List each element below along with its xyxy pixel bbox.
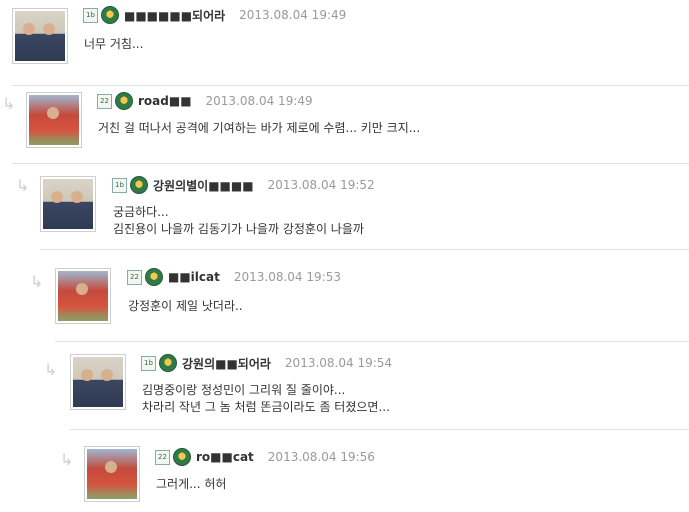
comment-date: 2013.08.04 19:49: [239, 8, 347, 22]
comment-author[interactable]: ■■ilcat: [168, 270, 220, 284]
comment-author[interactable]: road■■: [138, 94, 192, 108]
avatar[interactable]: [70, 354, 126, 410]
comment-author[interactable]: 강원의별이■■■■: [153, 177, 254, 194]
comment-item: 1b ■■■■■■되어라 2013.08.04 19:49 너무 거침...: [0, 0, 689, 86]
comment-date: 2013.08.04 19:52: [267, 178, 375, 192]
avatar[interactable]: [55, 268, 111, 324]
club-emblem-icon: [115, 92, 133, 110]
reply-arrow-icon: ↳: [16, 176, 30, 195]
avatar[interactable]: [84, 446, 140, 502]
comment-item: ↳ 22 road■■ 2013.08.04 19:49 거친 걸 떠나서 공격…: [0, 78, 689, 164]
comment-item: ↳ 22 ro■■cat 2013.08.04 19:56 그러게... 허허: [0, 432, 689, 512]
reply-arrow-icon: ↳: [44, 360, 58, 379]
level-badge-icon: 22: [155, 449, 170, 465]
avatar[interactable]: [12, 8, 68, 64]
comment-date: 2013.08.04 19:53: [233, 270, 341, 284]
level-badge-icon: 1b: [112, 177, 127, 193]
divider: [70, 429, 689, 430]
comment-text: 너무 거침...: [84, 37, 144, 51]
reply-arrow-icon: ↳: [2, 94, 16, 113]
level-badge-icon: 1b: [141, 355, 156, 371]
comment-text: 김진용이 나을까 김동기가 나을까 강정훈이 나을까: [113, 222, 364, 236]
avatar[interactable]: [40, 176, 96, 232]
comment-text: 김명중이랑 정성민이 그리워 질 줄이야...: [142, 383, 346, 397]
level-badge-icon: 22: [97, 93, 112, 109]
club-emblem-icon: [145, 268, 163, 286]
comment-text: 차라리 작년 그 놈 처럼 똔금이라도 좀 터졌으면...: [142, 400, 390, 414]
comment-date: 2013.08.04 19:54: [284, 356, 393, 370]
level-badge-icon: 1b: [83, 7, 98, 23]
comment-item: ↳ 1b 강원의■■되어라 2013.08.04 19:54 김명중이랑 정성민…: [0, 344, 689, 430]
comment-author[interactable]: ro■■cat: [196, 450, 254, 464]
club-emblem-icon: [173, 448, 191, 466]
comment-author[interactable]: 강원의■■되어라: [182, 355, 271, 372]
comment-text: 궁금하다...: [113, 205, 169, 219]
level-badge-icon: 22: [127, 269, 142, 285]
club-emblem-icon: [101, 6, 119, 24]
comment-item: ↳ 22 ■■ilcat 2013.08.04 19:53 강정훈이 제일 낫더…: [0, 256, 689, 342]
comment-text: 거친 걸 떠나서 공격에 기여하는 바가 제로에 수렴... 키만 크지...: [98, 121, 421, 135]
avatar[interactable]: [26, 92, 82, 148]
comment-text: 강정훈이 제일 낫더라..: [128, 299, 243, 313]
club-emblem-icon: [130, 176, 148, 194]
comment-author[interactable]: ■■■■■■되어라: [124, 7, 225, 24]
reply-arrow-icon: ↳: [60, 450, 74, 469]
comment-date: 2013.08.04 19:49: [205, 94, 313, 108]
divider: [55, 341, 689, 342]
club-emblem-icon: [159, 354, 177, 372]
divider: [40, 249, 689, 250]
reply-arrow-icon: ↳: [30, 272, 44, 291]
comment-item: ↳ 1b 강원의별이■■■■ 2013.08.04 19:52 궁금하다... …: [0, 164, 689, 250]
comment-text: 그러게... 허허: [156, 477, 227, 491]
comment-date: 2013.08.04 19:56: [267, 450, 375, 464]
